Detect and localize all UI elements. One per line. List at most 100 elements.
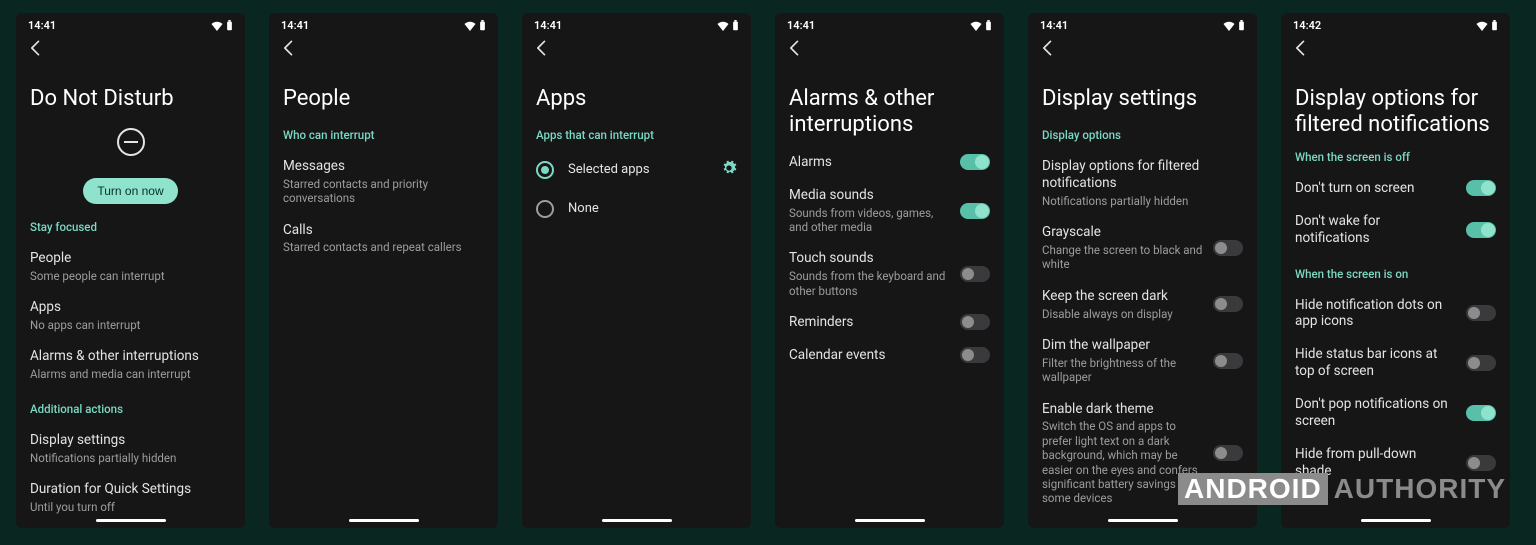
item-subtitle: Some people can interrupt (30, 269, 231, 283)
status-icons (717, 20, 739, 31)
radio-button[interactable] (536, 161, 554, 179)
status-time: 14:41 (787, 19, 815, 32)
dnd-icon (117, 128, 145, 156)
item-subtitle: Change the screen to black and white (1042, 243, 1203, 272)
item-title: Keep the screen dark (1042, 288, 1203, 305)
toggle-item[interactable]: Don't turn on screen (1295, 172, 1496, 205)
status-time: 14:41 (1040, 19, 1068, 32)
item-subtitle: No apps can interrupt (30, 318, 231, 332)
item-title: Reminders (789, 314, 950, 331)
back-button[interactable] (269, 34, 498, 62)
status-bar: 14:41 (775, 13, 1004, 34)
settings-item[interactable]: Keep the screen dark Disable always on d… (1042, 280, 1243, 329)
turn-on-now-button[interactable]: Turn on now (83, 178, 177, 204)
settings-item[interactable]: Messages Starred contacts and priority c… (283, 150, 484, 214)
item-title: Calendar events (789, 347, 950, 364)
status-icons (1476, 20, 1498, 31)
item-title: Media sounds (789, 187, 950, 204)
nav-handle[interactable] (96, 519, 166, 522)
toggle-item[interactable]: Don't wake for notifications (1295, 205, 1496, 255)
nav-handle[interactable] (349, 519, 419, 522)
toggle-switch[interactable] (1213, 296, 1243, 312)
screen-display-options: 14:42 Display options for filtered notif… (1281, 13, 1510, 528)
toggle-switch[interactable] (1213, 445, 1243, 461)
status-time: 14:41 (28, 19, 56, 32)
status-bar: 14:41 (269, 13, 498, 34)
toggle-item[interactable]: Calendar events (789, 339, 990, 372)
section-label: Apps that can interrupt (536, 128, 737, 142)
settings-item[interactable]: Duration for Quick Settings Until you tu… (30, 473, 231, 522)
item-title: Grayscale (1042, 224, 1203, 241)
toggle-item[interactable]: Don't pop notifications on screen (1295, 388, 1496, 438)
toggle-switch[interactable] (1213, 353, 1243, 369)
back-button[interactable] (1028, 34, 1257, 62)
settings-item[interactable]: People Some people can interrupt (30, 242, 231, 291)
settings-item[interactable]: Dim the wallpaper Filter the brightness … (1042, 329, 1243, 393)
settings-item[interactable]: Grayscale Change the screen to black and… (1042, 216, 1243, 280)
item-subtitle: Sounds from the keyboard and other butto… (789, 269, 950, 298)
section-label: Stay focused (30, 220, 231, 234)
toggle-switch[interactable] (1466, 222, 1496, 238)
toggle-switch[interactable] (960, 203, 990, 219)
nav-handle[interactable] (855, 519, 925, 522)
toggle-item[interactable]: Touch sounds Sounds from the keyboard an… (789, 242, 990, 306)
screen-alarms: 14:41 Alarms & other interruptions Alarm… (775, 13, 1004, 528)
item-subtitle: Alarms and media can interrupt (30, 367, 231, 381)
toggle-switch[interactable] (960, 347, 990, 363)
toggle-switch[interactable] (960, 266, 990, 282)
screen-apps: 14:41 Apps Apps that can interrupt Selec… (522, 13, 751, 528)
toggle-switch[interactable] (960, 154, 990, 170)
toggle-switch[interactable] (1466, 180, 1496, 196)
toggle-switch[interactable] (1466, 455, 1496, 471)
toggle-switch[interactable] (1466, 405, 1496, 421)
toggle-item[interactable]: Hide status bar icons at top of screen (1295, 338, 1496, 388)
back-button[interactable] (16, 34, 245, 62)
toggle-switch[interactable] (1466, 305, 1496, 321)
screen-people: 14:41 People Who can interrupt Messages … (269, 13, 498, 528)
radio-option[interactable]: None (536, 190, 737, 228)
toggle-switch[interactable] (960, 314, 990, 330)
back-button[interactable] (1281, 34, 1510, 62)
nav-handle[interactable] (1108, 519, 1178, 522)
section-label: When the screen is off (1295, 150, 1496, 164)
radio-label: None (568, 201, 599, 216)
gear-icon[interactable] (721, 160, 737, 180)
item-title: Duration for Quick Settings (30, 481, 231, 498)
radio-button[interactable] (536, 200, 554, 218)
toggle-item[interactable]: Alarms (789, 146, 990, 179)
item-title: Messages (283, 158, 484, 175)
item-title: Alarms (789, 154, 950, 171)
page-title: Display settings (1042, 86, 1243, 112)
nav-handle[interactable] (602, 519, 672, 522)
watermark-boxed: ANDROID (1178, 473, 1328, 505)
section-label: Display options (1042, 128, 1243, 142)
item-title: Don't wake for notifications (1295, 213, 1456, 247)
nav-handle[interactable] (1361, 519, 1431, 522)
toggle-item[interactable]: Reminders (789, 306, 990, 339)
page-title: Alarms & other interruptions (789, 86, 990, 138)
section-label: Additional actions (30, 402, 231, 416)
toggle-item[interactable]: Media sounds Sounds from videos, games, … (789, 179, 990, 243)
section-label: Who can interrupt (283, 128, 484, 142)
back-button[interactable] (522, 34, 751, 62)
toggle-switch[interactable] (1466, 355, 1496, 371)
item-title: Touch sounds (789, 250, 950, 267)
status-bar: 14:42 (1281, 13, 1510, 34)
settings-item[interactable]: Alarms & other interruptions Alarms and … (30, 340, 231, 389)
settings-item[interactable]: Calls Starred contacts and repeat caller… (283, 214, 484, 263)
settings-item[interactable]: Display settings Notifications partially… (30, 424, 231, 473)
radio-option[interactable]: Selected apps (536, 150, 737, 190)
toggle-switch[interactable] (1213, 240, 1243, 256)
settings-item[interactable]: Display options for filtered notificatio… (1042, 150, 1243, 216)
page-title: Display options for filtered notificatio… (1295, 86, 1496, 138)
status-icons (1223, 20, 1245, 31)
settings-item[interactable]: Apps No apps can interrupt (30, 291, 231, 340)
page-title: People (283, 86, 484, 112)
back-button[interactable] (775, 34, 1004, 62)
item-subtitle: Until you turn off (30, 500, 231, 514)
status-icons (211, 20, 233, 31)
status-time: 14:41 (534, 19, 562, 32)
status-time: 14:42 (1293, 19, 1321, 32)
item-title: Display options for filtered notificatio… (1042, 158, 1243, 192)
toggle-item[interactable]: Hide notification dots on app icons (1295, 289, 1496, 339)
